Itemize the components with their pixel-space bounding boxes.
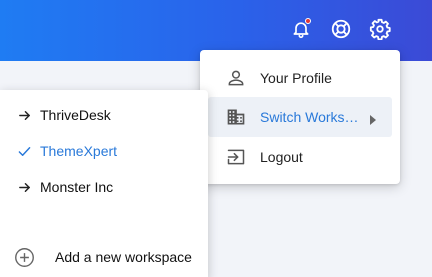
workspace-item-monster-inc[interactable]: Monster Inc (0, 172, 208, 202)
add-workspace-button[interactable]: Add a new workspace (0, 242, 208, 272)
building-icon (225, 106, 247, 128)
menu-item-label: Switch Works… (260, 109, 359, 125)
check-icon (17, 144, 31, 158)
workspace-label: ThemeXpert (40, 143, 118, 159)
person-icon (225, 67, 247, 89)
profile-menu: Your Profile Switch Works… Logout (200, 50, 400, 184)
menu-item-label: Logout (260, 149, 303, 165)
logout-icon (225, 146, 247, 168)
arrow-right-icon (17, 108, 31, 122)
workspace-item-thrivedesk[interactable]: ThriveDesk (0, 100, 208, 130)
workspace-label: Monster Inc (40, 179, 114, 195)
menu-item-switch-workspace[interactable]: Switch Works… (208, 97, 392, 137)
bell-icon[interactable] (289, 17, 313, 41)
menu-item-label: Your Profile (260, 70, 332, 86)
lifebuoy-icon[interactable] (329, 17, 353, 41)
notification-dot (305, 18, 311, 24)
menu-item-logout[interactable]: Logout (208, 137, 392, 177)
caret-right-icon (369, 112, 377, 128)
add-workspace-label: Add a new workspace (55, 249, 192, 265)
workspace-item-themexpert[interactable]: ThemeXpert (0, 136, 208, 166)
gear-icon[interactable] (368, 17, 392, 41)
arrow-right-icon (17, 180, 31, 194)
menu-item-your-profile[interactable]: Your Profile (208, 58, 392, 98)
plus-circle-icon (13, 246, 35, 268)
workspace-label: ThriveDesk (40, 107, 111, 123)
workspace-menu: ThriveDesk ThemeXpert Monster Inc Add a … (0, 90, 208, 277)
